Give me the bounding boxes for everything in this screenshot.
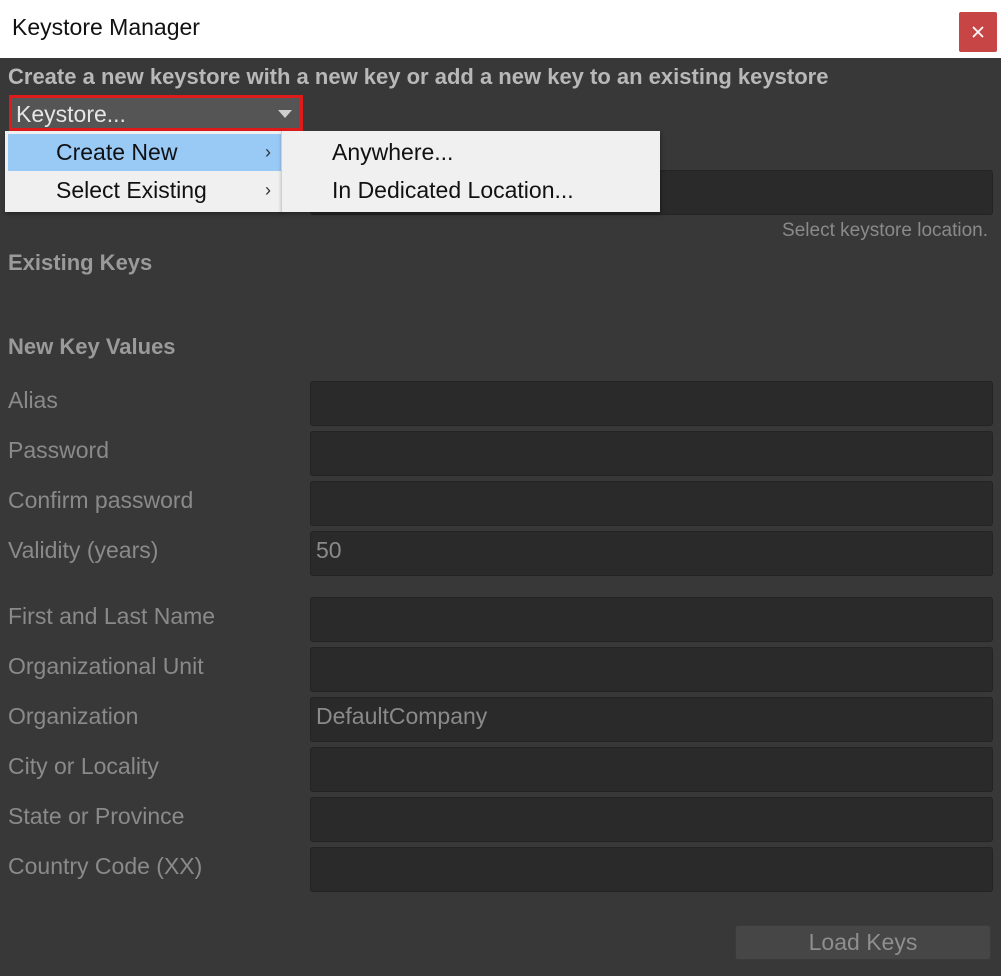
organization-label: Organization	[8, 703, 139, 729]
validity-label: Validity (years)	[8, 537, 159, 563]
create-new-submenu: Anywhere... In Dedicated Location...	[281, 131, 660, 212]
first-last-name-label: First and Last Name	[8, 603, 216, 629]
state-input[interactable]	[310, 797, 993, 842]
keystore-dropdown[interactable]: Keystore...	[9, 95, 303, 131]
keystore-context-menu: Create New › Select Existing ›	[5, 131, 282, 212]
confirm-password-label: Confirm password	[8, 487, 194, 513]
org-unit-label: Organizational Unit	[8, 653, 204, 679]
window-title: Keystore Manager	[12, 14, 200, 40]
organization-input[interactable]: DefaultCompany	[310, 697, 993, 742]
close-icon	[972, 26, 984, 38]
window-title-bar: Keystore Manager	[0, 0, 1001, 58]
menu-item-label: Select Existing	[56, 177, 207, 203]
confirm-password-input[interactable]	[310, 481, 993, 526]
first-last-name-input[interactable]	[310, 597, 993, 642]
country-code-input[interactable]	[310, 847, 993, 892]
page-heading: Create a new keystore with a new key or …	[8, 64, 829, 89]
menu-item-select-existing[interactable]: Select Existing ›	[8, 172, 281, 209]
menu-item-label: Create New	[56, 139, 178, 165]
password-label: Password	[8, 437, 109, 463]
chevron-right-icon: ›	[265, 180, 271, 200]
new-key-values-heading: New Key Values	[8, 334, 176, 359]
country-code-label: Country Code (XX)	[8, 853, 203, 879]
city-label: City or Locality	[8, 753, 159, 779]
close-button[interactable]	[959, 12, 997, 52]
submenu-item-dedicated-location[interactable]: In Dedicated Location...	[282, 172, 659, 209]
keystore-dropdown-label: Keystore...	[16, 101, 126, 127]
load-keys-button[interactable]: Load Keys	[735, 925, 991, 960]
existing-keys-heading: Existing Keys	[8, 250, 153, 275]
menu-item-create-new[interactable]: Create New ›	[8, 134, 281, 171]
state-label: State or Province	[8, 803, 185, 829]
alias-label: Alias	[8, 387, 58, 413]
city-input[interactable]	[310, 747, 993, 792]
validity-input[interactable]: 50	[310, 531, 993, 576]
chevron-right-icon: ›	[265, 142, 271, 162]
location-hint: Select keystore location.	[782, 220, 988, 241]
alias-input[interactable]	[310, 381, 993, 426]
org-unit-input[interactable]	[310, 647, 993, 692]
submenu-item-anywhere[interactable]: Anywhere...	[282, 134, 659, 171]
chevron-down-icon	[278, 110, 292, 118]
password-input[interactable]	[310, 431, 993, 476]
